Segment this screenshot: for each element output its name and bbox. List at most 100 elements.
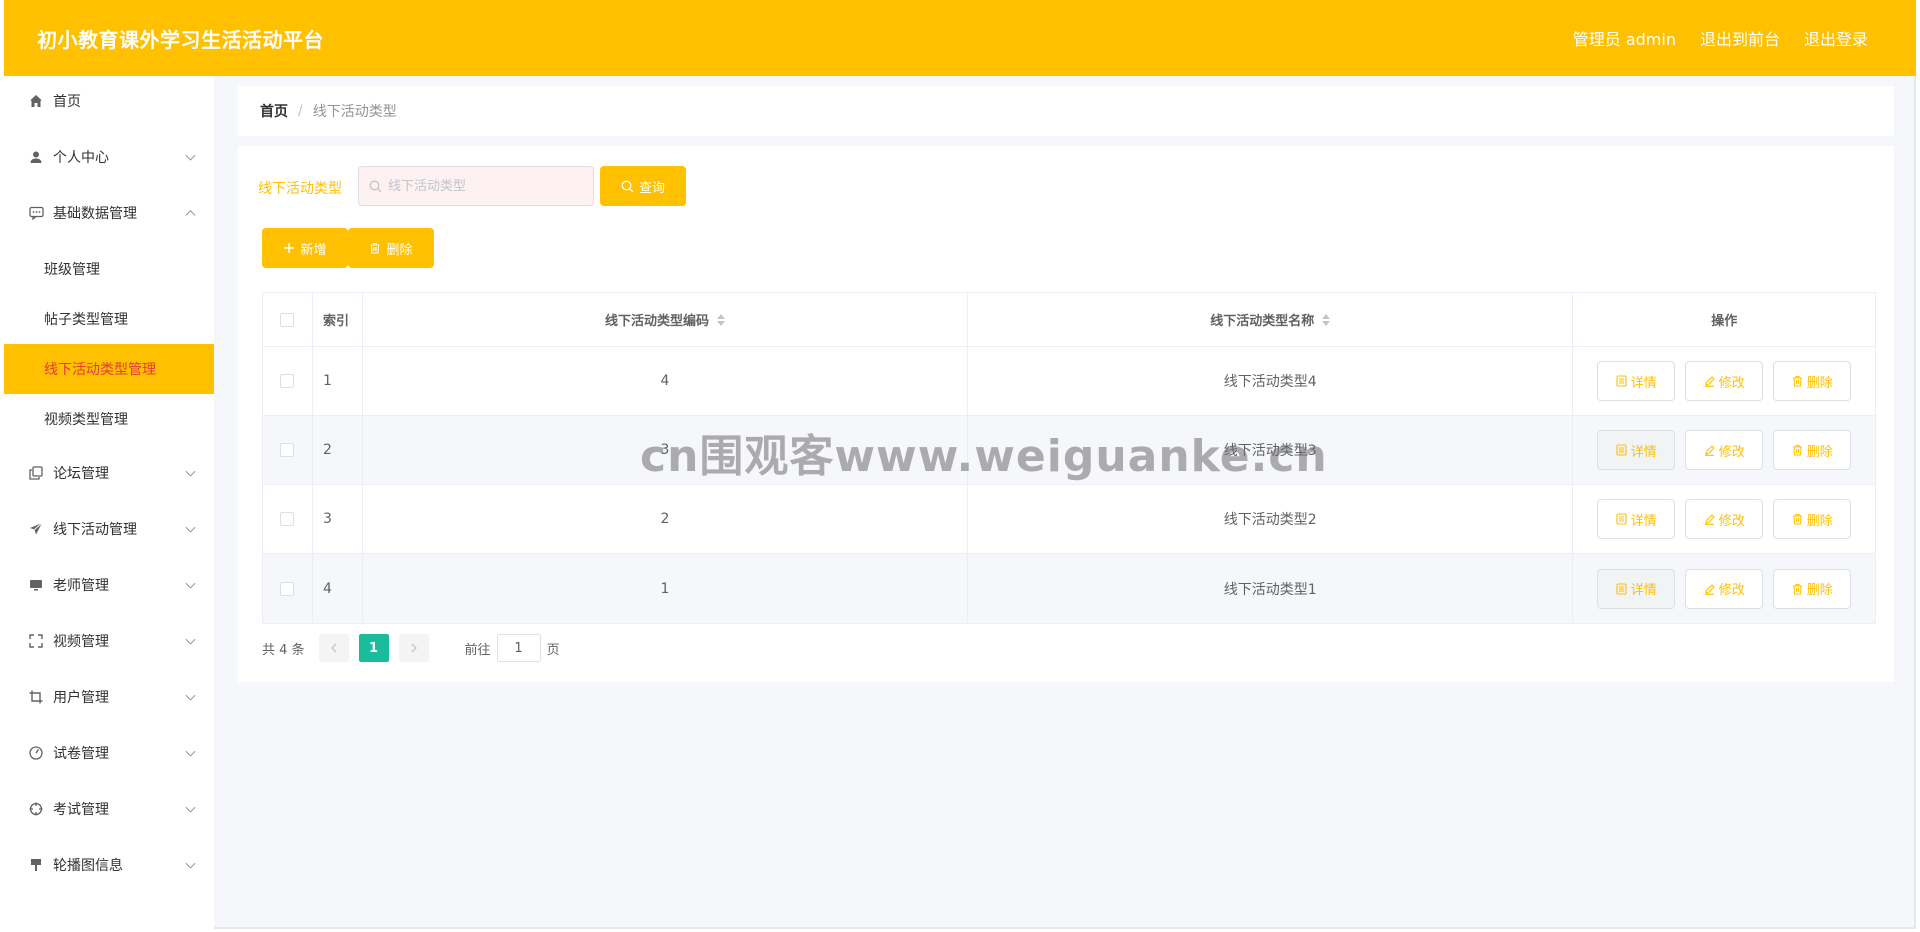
add-button-label: 新增 — [300, 242, 327, 258]
search-icon — [369, 180, 382, 193]
sidebar-item-home[interactable]: 首页 — [4, 76, 214, 126]
edit-button-label: 修改 — [1718, 583, 1745, 598]
header-code[interactable]: 线下活动类型编码 — [363, 293, 969, 346]
sidebar-item-label: 轮播图信息 — [53, 858, 123, 874]
edit-button-label: 修改 — [1718, 375, 1745, 391]
detail-button[interactable]: 详情 — [1597, 499, 1676, 539]
row-checkbox[interactable] — [280, 512, 295, 526]
batch-delete-button[interactable]: 删除 — [348, 228, 434, 268]
sidebar-item-label: 老师管理 — [53, 578, 109, 594]
edit-button[interactable]: 修改 — [1685, 430, 1764, 470]
search-label: 线下活动类型 — [258, 181, 342, 197]
detail-button[interactable]: 详情 — [1597, 568, 1676, 609]
detail-button[interactable]: 详情 — [1597, 361, 1676, 401]
sidebar-item-label: 论坛管理 — [53, 466, 109, 482]
row-actions: 详情 修改 删除 — [1573, 347, 1875, 415]
sidebar-item-teacher[interactable]: 老师管理 — [4, 560, 214, 610]
chevron-down-icon — [185, 466, 196, 477]
chevron-down-icon — [185, 746, 196, 757]
table-row: 3 2 线下活动类型2 详情 修改 删除 — [263, 485, 1875, 554]
edit-button[interactable]: 修改 — [1685, 361, 1764, 401]
row-code: 2 — [363, 485, 969, 553]
header-index: 索引 — [313, 293, 363, 346]
edit-button[interactable]: 修改 — [1685, 499, 1764, 539]
trash-icon — [1792, 583, 1803, 595]
sidebar-subitem-video-type[interactable]: 视频类型管理 — [4, 394, 214, 444]
table-row: 4 1 线下活动类型1 详情 修改 删除 — [263, 554, 1875, 623]
delete-button[interactable]: 删除 — [1773, 430, 1852, 470]
row-index: 4 — [313, 554, 363, 623]
logout-link[interactable]: 退出登录 — [1804, 26, 1868, 50]
sort-icon[interactable] — [1322, 313, 1331, 326]
sidebar-item-video[interactable]: 视频管理 — [4, 616, 214, 666]
main-content: 线下活动类型 查询 新增 删除 — [238, 146, 1894, 682]
batch-delete-button-label: 删除 — [386, 242, 413, 258]
delete-button[interactable]: 删除 — [1773, 568, 1852, 609]
select-all-checkbox[interactable] — [280, 312, 295, 327]
document-icon — [1616, 513, 1627, 525]
sidebar-item-exam-paper[interactable]: 试卷管理 — [4, 728, 214, 778]
detail-button[interactable]: 详情 — [1597, 430, 1676, 470]
sort-icon[interactable] — [717, 313, 726, 326]
edit-icon — [1704, 444, 1715, 456]
sidebar-subitem-activity-type[interactable]: 线下活动类型管理 — [4, 344, 214, 394]
row-index: 2 — [313, 416, 363, 484]
goto-page-input[interactable] — [496, 634, 541, 662]
page-number-current[interactable]: 1 — [358, 634, 389, 662]
header-ops: 操作 — [1711, 314, 1738, 329]
sidebar-item-label: 个人中心 — [53, 150, 109, 166]
breadcrumb-separator: / — [298, 103, 303, 119]
detail-button-label: 详情 — [1630, 583, 1657, 598]
delete-button-label: 删除 — [1806, 513, 1833, 529]
target-icon — [28, 801, 44, 817]
breadcrumb-home[interactable]: 首页 — [260, 101, 288, 121]
search-field[interactable] — [358, 166, 594, 206]
table-header: 索引 线下活动类型编码 线下活动类型名称 操作 — [263, 293, 1875, 347]
sidebar-item-user[interactable]: 用户管理 — [4, 672, 214, 722]
delete-button-label: 删除 — [1806, 444, 1833, 460]
sidebar-subitem-class[interactable]: 班级管理 — [4, 244, 214, 294]
sidebar-item-offline-activity[interactable]: 线下活动管理 — [4, 504, 214, 554]
row-checkbox[interactable] — [280, 443, 295, 457]
document-icon — [1616, 375, 1627, 387]
sidebar-item-basic-data[interactable]: 基础数据管理 — [4, 188, 214, 238]
row-actions: 详情 修改 删除 — [1573, 554, 1875, 623]
delete-button[interactable]: 删除 — [1773, 361, 1852, 401]
header-checkbox-cell — [263, 293, 313, 346]
sidebar-item-profile[interactable]: 个人中心 — [4, 132, 214, 182]
row-index: 3 — [313, 485, 363, 553]
prev-page-button[interactable] — [318, 634, 349, 662]
row-checkbox[interactable] — [280, 374, 295, 388]
table-row: 2 3 线下活动类型3 详情 修改 删除 — [263, 416, 1875, 485]
sidebar-item-label: 视频管理 — [53, 634, 109, 650]
sidebar-subitem-post-type[interactable]: 帖子类型管理 — [4, 294, 214, 344]
breadcrumb-current: 线下活动类型 — [312, 104, 397, 120]
search-input[interactable] — [388, 178, 578, 194]
row-checkbox-cell — [263, 347, 313, 415]
edit-icon — [1704, 583, 1715, 595]
row-index: 1 — [313, 347, 363, 415]
query-button-label: 查询 — [638, 180, 665, 196]
delete-button[interactable]: 删除 — [1773, 499, 1852, 539]
send-icon — [28, 521, 44, 537]
add-button[interactable]: 新增 — [262, 228, 348, 268]
row-checkbox[interactable] — [280, 581, 295, 596]
data-table: 索引 线下活动类型编码 线下活动类型名称 操作 1 4 线下活动类型4 详情 修… — [262, 292, 1876, 624]
edit-button[interactable]: 修改 — [1685, 568, 1764, 609]
chevron-up-icon — [185, 210, 196, 221]
row-name: 线下活动类型3 — [968, 416, 1574, 484]
header-name[interactable]: 线下活动类型名称 — [968, 293, 1574, 346]
sidebar-item-carousel[interactable]: 轮播图信息 — [4, 840, 214, 890]
document-icon — [1616, 582, 1627, 595]
edit-icon — [1704, 513, 1715, 525]
top-bar: 初小教育课外学习生活活动平台 管理员 admin 退出到前台 退出登录 — [4, 0, 1916, 76]
next-page-button[interactable] — [398, 634, 429, 662]
exit-to-frontend-link[interactable]: 退出到前台 — [1700, 26, 1780, 50]
document-icon — [1616, 444, 1627, 456]
chevron-down-icon — [185, 150, 196, 161]
sidebar-item-exam[interactable]: 考试管理 — [4, 784, 214, 834]
table-body: 1 4 线下活动类型4 详情 修改 删除 2 3 线下活动类型3 详情 修改 删… — [263, 347, 1875, 623]
app-frame: 初小教育课外学习生活活动平台 管理员 admin 退出到前台 退出登录 首页 个… — [4, 0, 1916, 929]
sidebar-item-forum[interactable]: 论坛管理 — [4, 448, 214, 498]
query-button[interactable]: 查询 — [600, 166, 686, 206]
